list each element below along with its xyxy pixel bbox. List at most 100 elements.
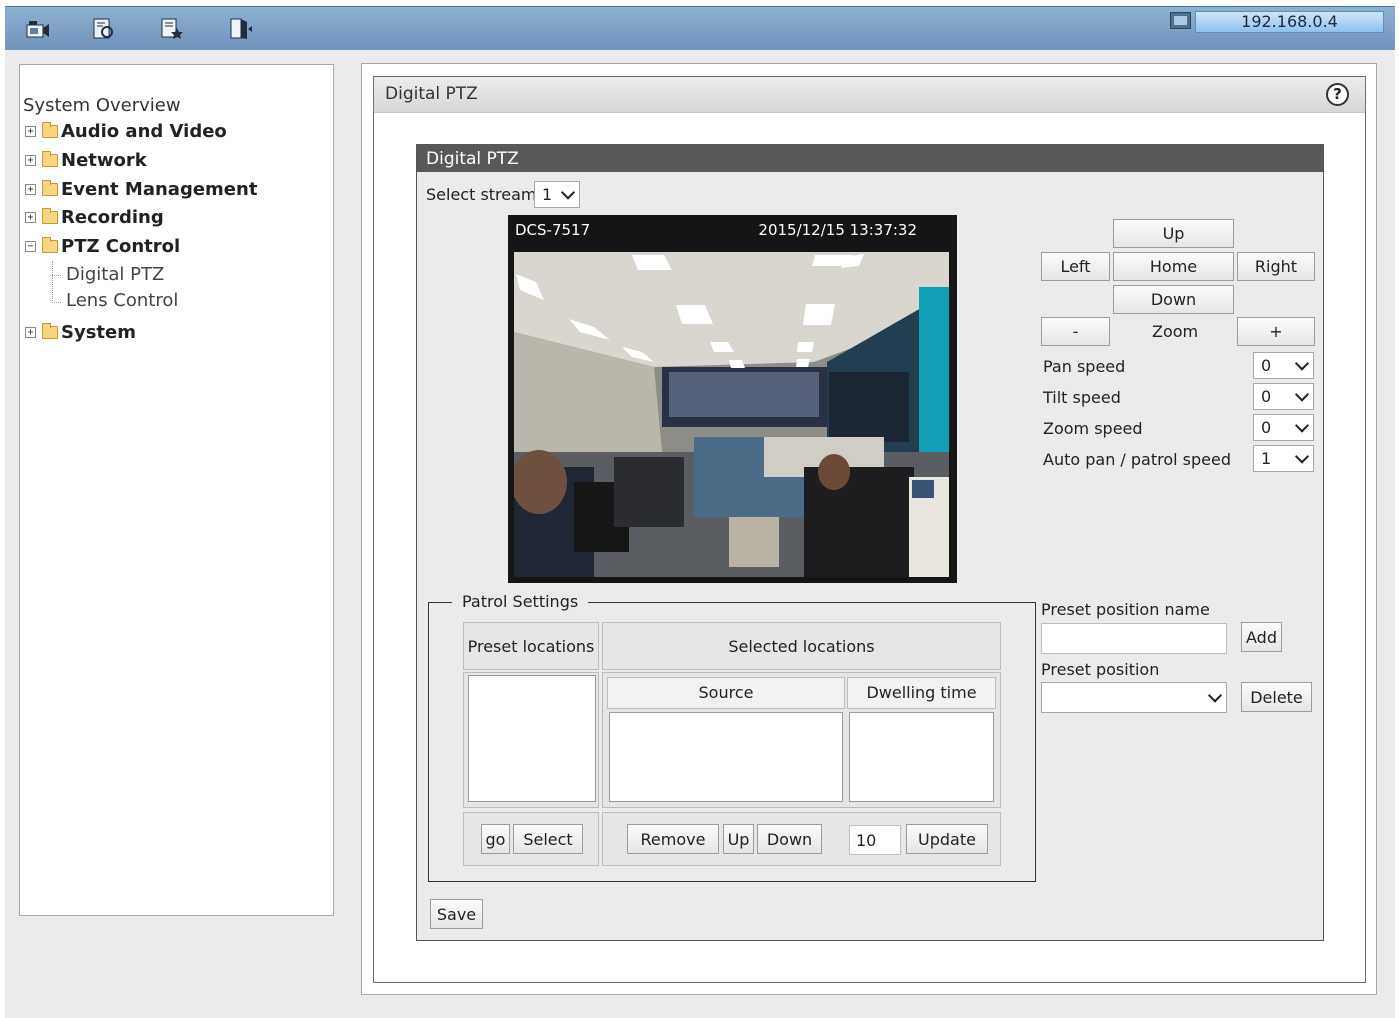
- preset-locations-header: Preset locations: [463, 622, 599, 670]
- sidebar-item-lens-control[interactable]: Lens Control: [66, 290, 178, 311]
- save-button[interactable]: Save: [430, 899, 483, 929]
- page-header: Digital PTZ ?: [374, 77, 1365, 113]
- zoom-speed-select[interactable]: 0: [1253, 414, 1314, 441]
- ptz-home-button[interactable]: Home: [1113, 252, 1234, 281]
- sidebar-item-ptz-control[interactable]: − PTZ Control: [25, 234, 180, 258]
- expand-icon[interactable]: +: [25, 154, 36, 166]
- setup-icon[interactable]: [91, 17, 117, 41]
- pan-speed-select[interactable]: 0: [1253, 352, 1314, 379]
- update-button[interactable]: Update: [906, 824, 988, 854]
- sidebar-item-label: PTZ Control: [61, 235, 181, 257]
- zoom-out-button[interactable]: -: [1041, 317, 1110, 346]
- remove-button[interactable]: Remove: [627, 824, 719, 854]
- zoom-speed-value: 0: [1261, 418, 1272, 437]
- dwelling-time-list[interactable]: [849, 712, 994, 802]
- dwelling-time-header: Dwelling time: [847, 677, 996, 709]
- zoom-in-button[interactable]: +: [1237, 317, 1315, 346]
- help-icon[interactable]: ?: [1326, 83, 1349, 106]
- zoom-label: Zoom: [1152, 322, 1199, 341]
- patrol-settings-legend: Patrol Settings: [452, 592, 589, 611]
- live-video[interactable]: DCS-7517 2015/12/15 13:37:32: [508, 215, 957, 583]
- camera-name: DCS-7517: [515, 221, 591, 239]
- preset-name-input[interactable]: [1041, 623, 1227, 654]
- auto-pan-speed-label: Auto pan / patrol speed: [1043, 450, 1232, 469]
- dwelling-time-title: Dwelling time: [866, 683, 977, 702]
- ptz-down-button[interactable]: Down: [1113, 285, 1234, 314]
- expand-icon[interactable]: +: [25, 211, 36, 223]
- zoom-speed-label: Zoom speed: [1043, 419, 1143, 438]
- tree-line: [52, 275, 61, 276]
- open-folder-icon: [42, 236, 58, 253]
- monitor-icon: [1170, 12, 1191, 29]
- video-timestamp: 2015/12/15 13:37:32: [758, 221, 917, 239]
- ptz-up-button[interactable]: Up: [1113, 219, 1234, 248]
- selected-locations-header: Selected locations: [602, 622, 1001, 670]
- source-title: Source: [698, 683, 754, 702]
- tilt-speed-label: Tilt speed: [1043, 388, 1121, 407]
- go-button[interactable]: go: [481, 824, 510, 854]
- chevron-down-icon: [560, 184, 576, 200]
- sidebar-item-event-management[interactable]: + Event Management: [25, 177, 257, 201]
- delete-preset-button[interactable]: Delete: [1241, 682, 1312, 712]
- expand-icon[interactable]: +: [25, 183, 36, 195]
- auto-pan-speed-value: 1: [1261, 449, 1272, 468]
- folder-icon: [42, 207, 58, 224]
- top-toolbar: 192.168.0.4: [5, 6, 1395, 50]
- preset-locations-title: Preset locations: [467, 637, 595, 656]
- tilt-speed-value: 0: [1261, 387, 1272, 406]
- expand-icon[interactable]: +: [25, 326, 36, 338]
- sidebar-item-digital-ptz[interactable]: Digital PTZ: [66, 264, 164, 285]
- expand-icon[interactable]: +: [25, 125, 36, 137]
- folder-icon: [42, 322, 58, 339]
- chevron-down-icon: [1294, 417, 1310, 433]
- sidebar-item-label: Event Management: [61, 178, 258, 200]
- selected-locations-title: Selected locations: [728, 637, 875, 656]
- chevron-down-icon: [1207, 687, 1223, 703]
- preset-position-select[interactable]: [1041, 682, 1227, 713]
- move-up-button[interactable]: Up: [723, 824, 754, 854]
- tree-line: [52, 302, 61, 303]
- sidebar-item-system[interactable]: + System: [25, 320, 136, 344]
- preset-position-label: Preset position: [1041, 660, 1160, 679]
- chevron-down-icon: [1294, 386, 1310, 402]
- chevron-down-icon: [1294, 448, 1310, 464]
- stream-select[interactable]: 1: [534, 181, 580, 208]
- move-down-button[interactable]: Down: [757, 824, 822, 854]
- dwelling-time-input[interactable]: 10: [849, 825, 901, 855]
- source-header: Source: [607, 677, 845, 709]
- video-frame: [514, 252, 949, 577]
- sidebar-item-system-overview[interactable]: System Overview: [23, 95, 181, 116]
- folder-icon: [42, 150, 58, 167]
- folder-icon: [42, 179, 58, 196]
- auto-pan-speed-select[interactable]: 1: [1253, 445, 1314, 472]
- preset-locations-list[interactable]: [468, 675, 596, 802]
- page-title: Digital PTZ: [385, 84, 478, 104]
- pan-speed-label: Pan speed: [1043, 357, 1126, 376]
- ip-address: 192.168.0.4: [1195, 11, 1384, 33]
- collapse-icon[interactable]: −: [25, 240, 36, 252]
- select-button[interactable]: Select: [513, 824, 583, 854]
- sidebar-item-label: Audio and Video: [61, 120, 227, 142]
- source-list[interactable]: [609, 712, 843, 802]
- sidebar: System Overview + Audio and Video + Netw…: [19, 64, 334, 916]
- ptz-right-button[interactable]: Right: [1237, 252, 1315, 281]
- pan-speed-value: 0: [1261, 356, 1272, 375]
- stream-select-value: 1: [542, 185, 553, 204]
- sidebar-item-label: System: [61, 321, 136, 343]
- maintenance-icon[interactable]: [159, 17, 185, 41]
- sidebar-item-network[interactable]: + Network: [25, 148, 147, 172]
- sidebar-item-recording[interactable]: + Recording: [25, 205, 164, 229]
- add-preset-button[interactable]: Add: [1241, 622, 1282, 652]
- live-video-icon[interactable]: [25, 17, 51, 41]
- folder-icon: [42, 121, 58, 138]
- sidebar-item-label: Recording: [61, 206, 164, 228]
- preset-name-label: Preset position name: [1041, 600, 1210, 619]
- logout-icon[interactable]: [227, 17, 253, 41]
- sidebar-item-label: Network: [61, 149, 147, 171]
- select-stream-label: Select stream: [426, 185, 537, 204]
- chevron-down-icon: [1294, 355, 1310, 371]
- section-title: Digital PTZ: [417, 145, 1323, 172]
- tilt-speed-select[interactable]: 0: [1253, 383, 1314, 410]
- ptz-left-button[interactable]: Left: [1041, 252, 1110, 281]
- sidebar-item-audio-video[interactable]: + Audio and Video: [25, 119, 227, 143]
